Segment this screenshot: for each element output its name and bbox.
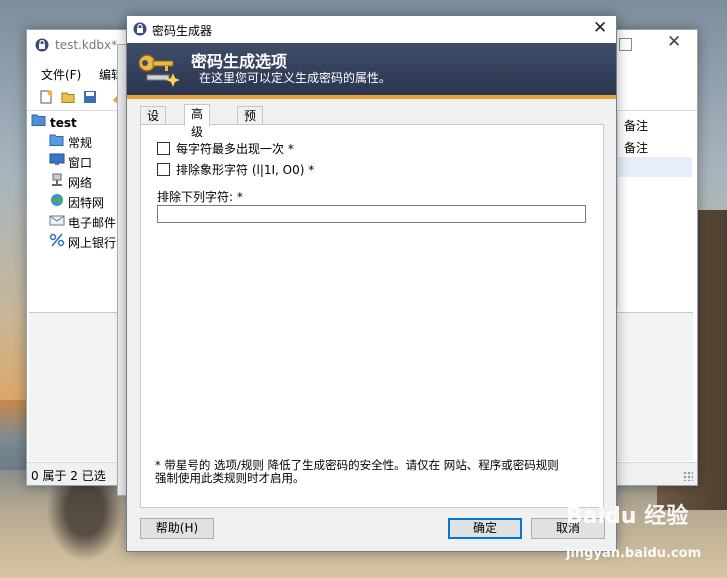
resize-grip[interactable] bbox=[683, 471, 693, 481]
key-generate-icon bbox=[138, 54, 180, 87]
header-subtitle: 在这里您可以定义生成密码的属性。 bbox=[199, 71, 392, 85]
security-note: * 带星号的 选项/规则 降低了生成密码的安全性。请仅在 网站、程序或密码规则 … bbox=[155, 459, 595, 485]
email-icon bbox=[49, 213, 65, 232]
tree-item-windows[interactable]: 窗口 bbox=[49, 153, 92, 171]
tree-item-email[interactable]: 电子邮件 bbox=[49, 213, 116, 231]
tree-item-label: 窗口 bbox=[68, 156, 93, 170]
advanced-tab-panel: 每字符最多出现一次 * 排除象形字符 (l|1I, O0) * 排除下列字符: … bbox=[140, 124, 604, 508]
dialog-close-button[interactable]: ✕ bbox=[593, 18, 607, 38]
save-icon[interactable] bbox=[83, 90, 97, 104]
checkbox-label: 每字符最多出现一次 * bbox=[176, 142, 294, 156]
network-icon bbox=[49, 173, 65, 192]
tree-item-banking[interactable]: 网上银行 bbox=[49, 233, 116, 251]
tree-item-general[interactable]: 常规 bbox=[49, 133, 92, 151]
main-close-button[interactable]: ✕ bbox=[667, 32, 681, 52]
menu-file[interactable]: 文件(F) bbox=[41, 66, 81, 83]
group-tree: test 常规 窗口 网络 因特网 电子邮件 网上银行 bbox=[29, 113, 123, 308]
checkbox-box[interactable] bbox=[157, 142, 170, 155]
entry-notes-cell[interactable]: 备注 bbox=[624, 117, 648, 134]
help-button[interactable]: 帮助(H) bbox=[140, 518, 214, 539]
checkbox-box[interactable] bbox=[157, 163, 170, 176]
status-text: 0 属于 2 已选 bbox=[31, 469, 106, 483]
tree-item-network[interactable]: 网络 bbox=[49, 173, 92, 191]
dialog-title: 密码生成器 bbox=[152, 24, 213, 38]
note-line-2: 强制使用此类规则时才启用。 bbox=[155, 471, 305, 485]
open-folder-icon[interactable] bbox=[61, 90, 75, 104]
monitor-icon bbox=[49, 153, 65, 172]
checkbox-label: 排除象形字符 (l|1I, O0) * bbox=[176, 163, 315, 177]
folder-icon bbox=[49, 133, 65, 152]
tree-item-root[interactable]: test bbox=[31, 113, 77, 131]
option-exclude-lookalike-checkbox[interactable]: 排除象形字符 (l|1I, O0) * bbox=[157, 162, 314, 178]
entry-row-selected[interactable] bbox=[618, 157, 692, 177]
entry-list: 备注 备注 bbox=[617, 113, 692, 308]
ok-button[interactable]: 确定 bbox=[448, 518, 522, 539]
exclude-chars-input[interactable] bbox=[157, 205, 586, 223]
entry-notes-cell[interactable]: 备注 bbox=[624, 139, 648, 156]
tab-advanced[interactable]: 高级 bbox=[184, 104, 211, 139]
exclude-chars-label: 排除下列字符: * bbox=[157, 190, 243, 204]
tab-settings[interactable]: 设置 bbox=[140, 106, 167, 141]
watermark-logo: Baidu 经验 bbox=[566, 504, 689, 529]
tree-item-label: test bbox=[50, 116, 77, 130]
tree-item-label: 网上银行 bbox=[68, 236, 117, 250]
option-no-repeat-checkbox[interactable]: 每字符最多出现一次 * bbox=[157, 141, 294, 157]
keepass-lock-icon bbox=[35, 38, 49, 52]
dialog-titlebar[interactable]: 密码生成器 ✕ bbox=[127, 16, 616, 43]
tab-preview[interactable]: 预览 bbox=[237, 106, 264, 141]
main-window-title: test.kdbx* bbox=[55, 38, 118, 52]
password-generator-dialog: 密码生成器 ✕ 密码生成选项 在这里您可以定义生成密码的属性。 设置 高级 预览… bbox=[126, 15, 617, 552]
tree-item-label: 电子邮件 bbox=[68, 216, 117, 230]
tree-item-internet[interactable]: 因特网 bbox=[49, 193, 104, 211]
new-database-icon[interactable] bbox=[39, 90, 53, 104]
dialog-header-banner: 密码生成选项 在这里您可以定义生成密码的属性。 bbox=[127, 43, 616, 99]
tree-item-label: 因特网 bbox=[68, 196, 105, 210]
tree-item-label: 常规 bbox=[68, 136, 93, 150]
tree-item-label: 网络 bbox=[68, 176, 93, 190]
keepass-lock-icon bbox=[133, 22, 147, 36]
globe-icon bbox=[49, 193, 65, 212]
percent-icon bbox=[49, 233, 65, 252]
watermark-url: jingyan.baidu.com bbox=[566, 546, 702, 561]
folder-open-icon bbox=[31, 113, 47, 132]
maximize-button[interactable] bbox=[619, 38, 632, 51]
